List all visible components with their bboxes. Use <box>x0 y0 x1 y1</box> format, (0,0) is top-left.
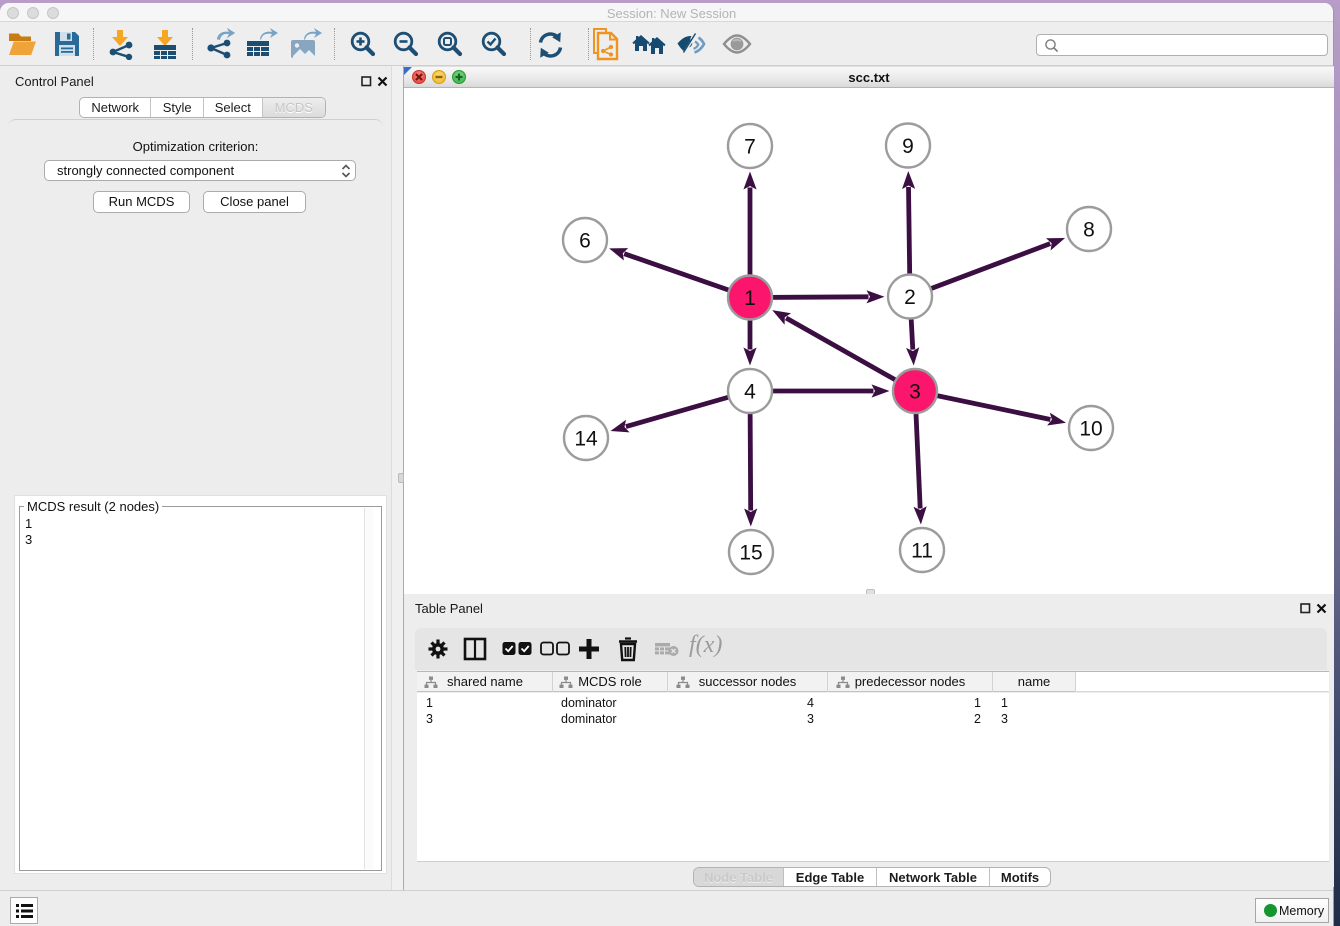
svg-text:15: 15 <box>739 542 762 565</box>
svg-text:6: 6 <box>579 230 591 253</box>
svg-text:10: 10 <box>1079 418 1102 441</box>
svg-text:7: 7 <box>744 136 756 159</box>
svg-text:1: 1 <box>744 287 756 310</box>
svg-text:11: 11 <box>911 540 933 563</box>
svg-text:9: 9 <box>902 135 914 158</box>
svg-text:14: 14 <box>574 428 598 451</box>
svg-text:3: 3 <box>909 381 921 404</box>
svg-text:2: 2 <box>904 286 916 309</box>
svg-text:4: 4 <box>744 381 756 404</box>
svg-text:8: 8 <box>1083 219 1095 242</box>
